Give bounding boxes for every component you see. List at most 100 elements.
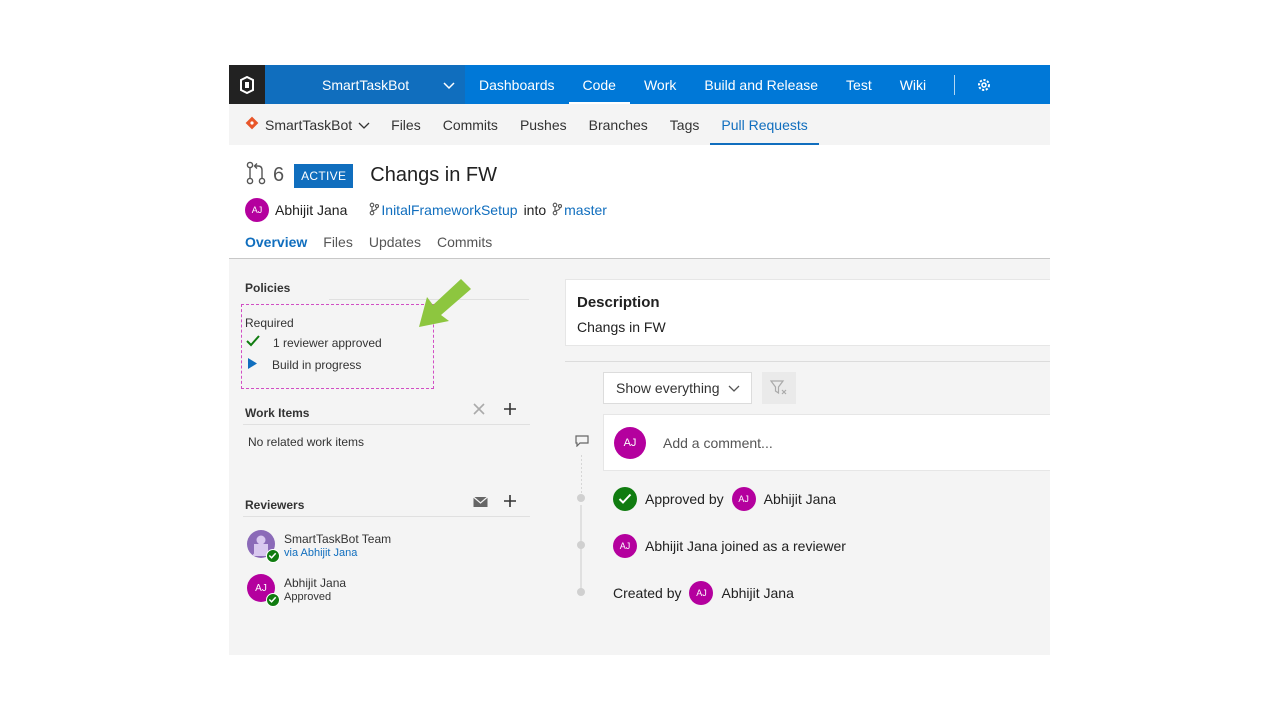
close-icon[interactable]	[472, 400, 486, 421]
timeline-text: joined as a reviewer	[721, 538, 846, 554]
source-branch-link[interactable]: InitalFrameworkSetup	[381, 202, 517, 218]
timeline-dot	[577, 541, 585, 549]
timeline-user[interactable]: Abhijit Jana	[645, 538, 717, 554]
description-text: Changs in FW	[577, 319, 666, 335]
approved-check-icon	[613, 487, 637, 511]
target-branch-link[interactable]: master	[564, 202, 607, 218]
nav-test[interactable]: Test	[832, 65, 886, 104]
reviewer-item[interactable]: AJ Abhijit Jana Approved	[247, 574, 527, 610]
tab-pr-files[interactable]: Files	[323, 234, 353, 250]
reviewer-vote: Approved	[284, 591, 332, 603]
repo-selector[interactable]: SmartTaskBot	[229, 116, 380, 133]
tab-files[interactable]: Files	[380, 104, 432, 145]
reviewer-name: Abhijit Jana	[284, 576, 347, 590]
branch-icon	[369, 202, 380, 219]
policy-reviewer-approved: 1 reviewer approved	[273, 336, 382, 350]
description-card: Description Changs in FW	[565, 279, 1050, 346]
timeline-connector	[581, 455, 582, 493]
check-icon	[246, 334, 260, 352]
status-badge: ACTIVE	[294, 163, 354, 188]
app-frame: SmartTaskBot Dashboards Code Work Build …	[229, 65, 1050, 655]
tab-branches[interactable]: Branches	[578, 104, 659, 145]
tab-pull-requests[interactable]: Pull Requests	[710, 104, 819, 145]
nav-build-and-release[interactable]: Build and Release	[690, 65, 832, 104]
divider	[243, 516, 530, 517]
add-work-item-icon[interactable]	[503, 400, 517, 421]
page-title[interactable]: Changs in FW	[370, 164, 497, 187]
nav-code[interactable]: Code	[568, 65, 630, 104]
divider	[565, 361, 1050, 362]
branch-icon	[552, 202, 563, 219]
chevron-down-icon	[358, 117, 370, 133]
avatar[interactable]: AJ	[689, 581, 714, 605]
avatar[interactable]: AJ	[245, 198, 269, 222]
tab-tags[interactable]: Tags	[659, 104, 711, 145]
project-selector[interactable]: SmartTaskBot	[265, 65, 465, 104]
pr-tabs: Overview Files Updates Commits	[245, 234, 508, 250]
add-reviewer-icon[interactable]	[503, 492, 517, 513]
gear-icon[interactable]	[969, 77, 999, 93]
tab-pushes[interactable]: Pushes	[509, 104, 578, 145]
hub-nav: Dashboards Code Work Build and Release T…	[465, 65, 999, 104]
nav-dashboards[interactable]: Dashboards	[465, 65, 569, 104]
repo-name: SmartTaskBot	[265, 116, 353, 133]
annotation-arrow-icon	[417, 279, 475, 334]
approved-check-icon	[266, 549, 280, 563]
nav-divider	[954, 74, 956, 95]
pull-request-header: 6 ACTIVE Changs in FW AJ Abhijit Jana In…	[229, 145, 1050, 259]
approved-check-icon	[266, 593, 280, 607]
comment-input[interactable]: Add a comment...	[663, 435, 773, 451]
work-items-heading: Work Items	[245, 406, 310, 420]
play-icon	[248, 356, 257, 374]
policies-highlight-box: Required 1 reviewer approved Build in pr…	[241, 304, 434, 389]
activity-filter-value: Show everything	[616, 380, 720, 396]
add-comment-box[interactable]: AJ Add a comment...	[603, 414, 1050, 471]
comment-icon	[575, 434, 589, 452]
policy-item: 1 reviewer approved	[246, 334, 382, 352]
required-label: Required	[245, 316, 294, 330]
policy-build-link[interactable]: Build in progress	[272, 358, 361, 372]
pr-number: 6	[273, 164, 285, 186]
pr-author[interactable]: Abhijit Jana	[275, 202, 347, 218]
top-navigation-bar: SmartTaskBot Dashboards Code Work Build …	[229, 65, 1050, 104]
timeline-user[interactable]: Abhijit Jana	[764, 491, 836, 507]
avatar[interactable]: AJ	[731, 487, 756, 511]
tab-pr-commits[interactable]: Commits	[437, 234, 492, 250]
reviewer-via-link[interactable]: via Abhijit Jana	[284, 547, 357, 559]
into-label: into	[523, 202, 547, 218]
filter-icon[interactable]	[762, 372, 796, 404]
mail-icon[interactable]	[473, 492, 488, 513]
pull-request-icon	[245, 161, 267, 190]
policy-item: Build in progress	[248, 356, 361, 374]
vsts-logo-icon[interactable]	[229, 65, 265, 104]
git-repo-icon	[245, 116, 259, 133]
timeline-text: Approved by	[645, 491, 724, 507]
reviewers-heading: Reviewers	[245, 498, 305, 512]
timeline-item-approved: Approved by AJ Abhijit Jana	[613, 487, 836, 511]
avatar: AJ	[614, 426, 646, 459]
policies-heading: Policies	[245, 281, 291, 295]
avatar[interactable]: AJ	[613, 534, 637, 558]
tab-commits[interactable]: Commits	[432, 104, 509, 145]
tab-updates[interactable]: Updates	[369, 234, 421, 250]
timeline-dot	[577, 494, 585, 502]
reviewer-item[interactable]: SmartTaskBot Team via Abhijit Jana	[247, 530, 527, 566]
tab-overview[interactable]: Overview	[245, 234, 307, 250]
timeline-user[interactable]: Abhijit Jana	[721, 585, 793, 601]
activity-filter-dropdown[interactable]: Show everything	[603, 372, 752, 404]
nav-work[interactable]: Work	[630, 65, 690, 104]
nav-wiki[interactable]: Wiki	[886, 65, 940, 104]
timeline-item-joined: AJ Abhijit Jana joined as a reviewer	[613, 534, 846, 558]
project-name: SmartTaskBot	[322, 76, 410, 93]
divider	[243, 424, 530, 425]
timeline-dot	[577, 588, 585, 596]
description-heading: Description	[577, 294, 660, 311]
code-sub-nav: SmartTaskBot Files Commits Pushes Branch…	[229, 104, 1050, 145]
pr-meta: AJ Abhijit Jana InitalFrameworkSetup int…	[245, 198, 607, 222]
reviewer-name: SmartTaskBot Team	[284, 532, 392, 546]
chevron-down-icon	[443, 77, 455, 93]
no-work-items-text: No related work items	[248, 435, 365, 449]
chevron-down-icon	[728, 380, 740, 396]
timeline-text: Created by	[613, 585, 682, 601]
timeline-item-created: Created by AJ Abhijit Jana	[613, 581, 794, 605]
